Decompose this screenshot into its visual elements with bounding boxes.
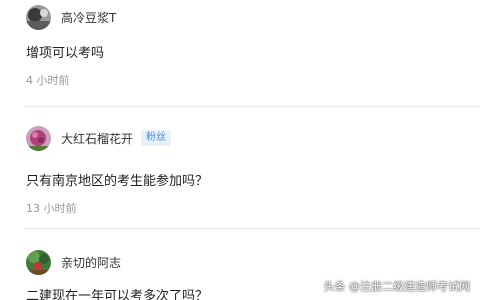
comment-header: 大红石榴花开 粉丝 <box>26 125 172 151</box>
user-avatar-bw-icon <box>26 4 51 30</box>
comment-text: 只有南京地区的考生能参加吗？ <box>26 174 209 189</box>
watermark: 头条 @注册二级建造师考试网 <box>323 280 471 293</box>
comment-item: 大红石榴花开 粉丝 只有南京地区的考生能参加吗？ 13 小时前 <box>0 107 480 228</box>
comment-header: 高冷豆浆T <box>26 4 116 30</box>
comment-time: 4 小时前 <box>26 74 70 87</box>
comment-item: 高冷豆浆T 增项可以考吗 4 小时前 <box>0 0 480 106</box>
comment-feed: 高冷豆浆T 增项可以考吗 4 小时前 大红石榴花开 粉丝 只有南京地区的考生能参… <box>0 0 480 300</box>
user-avatar-flower-icon <box>26 125 51 151</box>
avatar[interactable] <box>26 4 51 30</box>
comment-text: 二建现在一年可以考多次了吗？ <box>26 289 209 300</box>
username[interactable]: 大红石榴花开 <box>61 130 133 147</box>
user-avatar-garden-icon <box>26 249 51 275</box>
comment-time: 13 小时前 <box>26 202 77 215</box>
fan-badge: 粉丝 <box>141 130 172 146</box>
comment-text: 增项可以考吗 <box>26 46 105 61</box>
comment-header: 亲切的阿志 <box>26 249 121 275</box>
avatar[interactable] <box>26 125 51 151</box>
username[interactable]: 高冷豆浆T <box>61 9 116 26</box>
username[interactable]: 亲切的阿志 <box>61 254 121 271</box>
avatar[interactable] <box>26 249 51 275</box>
